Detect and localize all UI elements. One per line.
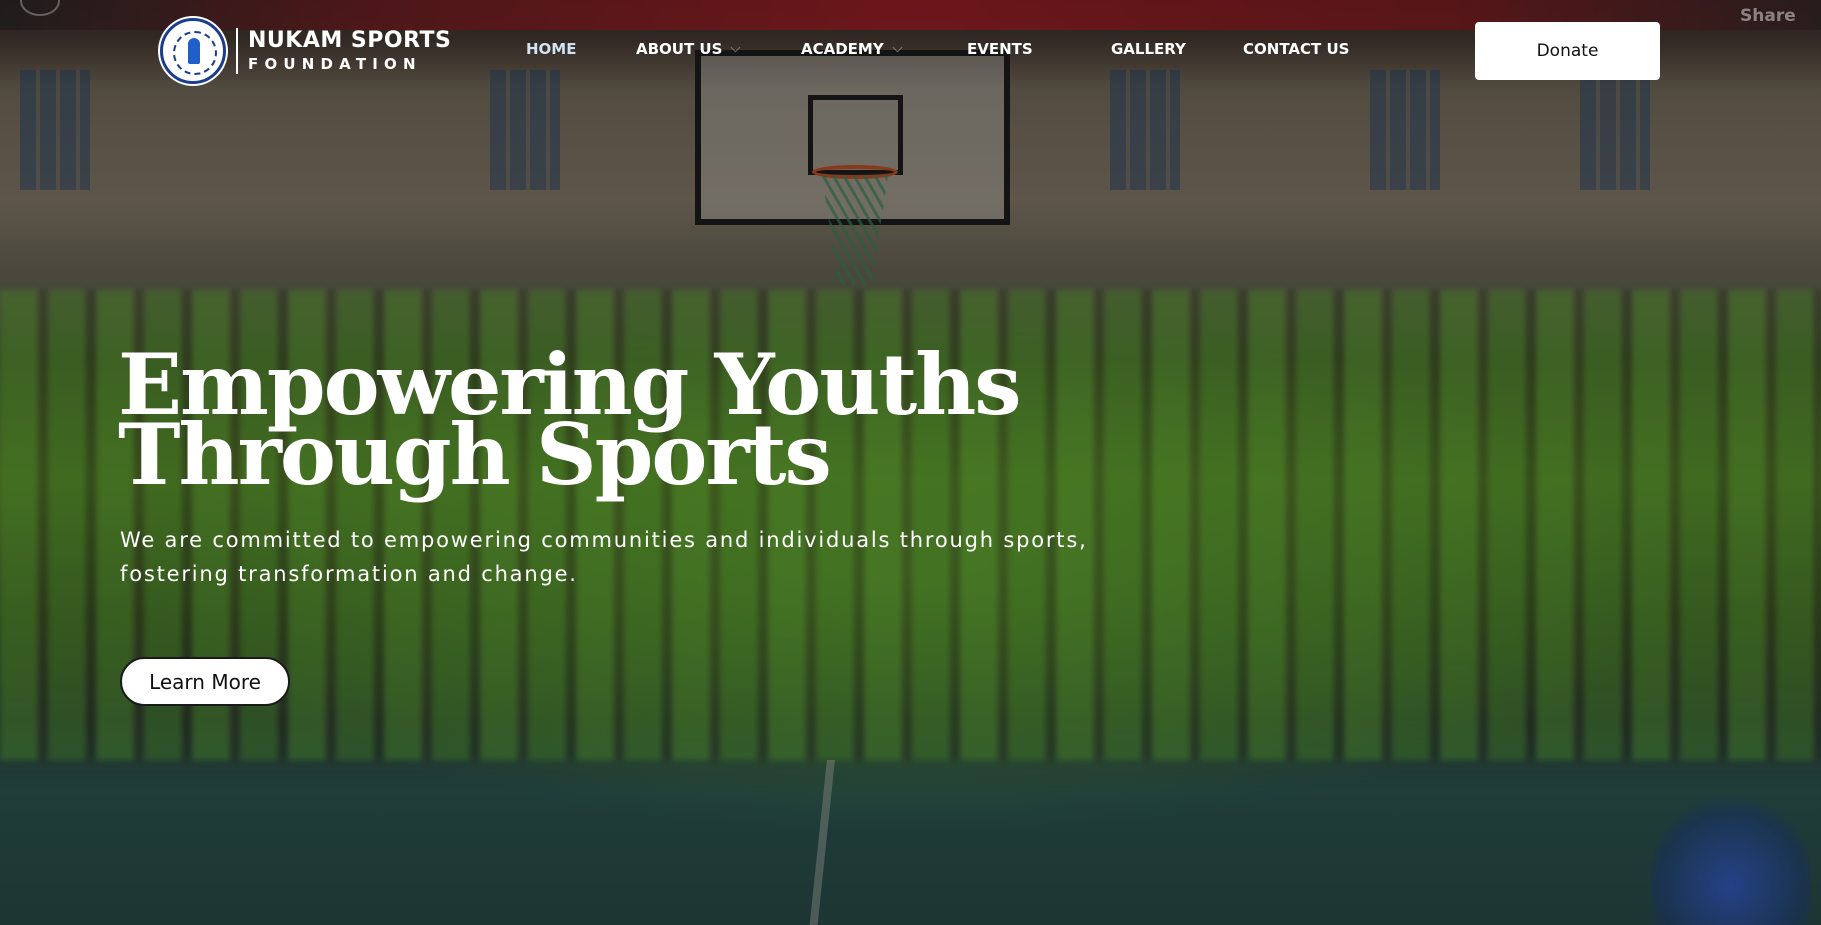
nav-item-label: ACADEMY (801, 40, 884, 58)
nav-item-label: HOME (526, 40, 577, 58)
nav-item-events[interactable]: EVENTS (967, 40, 1033, 58)
chevron-down-icon (730, 42, 741, 52)
hero-description: We are committed to empowering communiti… (120, 528, 1088, 586)
nav-item-home[interactable]: HOME (526, 40, 576, 58)
nav-item-academy[interactable]: ACADEMY (801, 40, 903, 58)
donate-button[interactable]: Donate (1475, 22, 1660, 80)
learn-more-button[interactable]: Learn More (120, 657, 290, 706)
nav-item-contact-us[interactable]: CONTACT US (1243, 40, 1349, 58)
site-header: NUKAM SPORTS FOUNDATION HOME ABOUT US AC… (0, 0, 1821, 100)
nav-item-label: GALLERY (1111, 40, 1186, 58)
share-link[interactable]: Share (1740, 6, 1796, 26)
site-logo[interactable]: NUKAM SPORTS FOUNDATION (160, 18, 451, 84)
nav-item-label: CONTACT US (1243, 40, 1350, 58)
chevron-down-icon (892, 42, 903, 52)
logo-divider (236, 28, 238, 74)
logo-text: NUKAM SPORTS FOUNDATION (248, 30, 451, 72)
nav-item-gallery[interactable]: GALLERY (1111, 40, 1186, 58)
nav-item-about-us[interactable]: ABOUT US (636, 40, 741, 58)
logo-name-line2: FOUNDATION (248, 55, 422, 73)
logo-emblem-icon (160, 18, 226, 84)
nav-item-label: EVENTS (967, 40, 1033, 58)
logo-name-line1: NUKAM SPORTS (248, 28, 452, 53)
hero-title: Empowering Youths Through Sports (118, 343, 1022, 497)
nav-item-label: ABOUT US (636, 40, 723, 58)
